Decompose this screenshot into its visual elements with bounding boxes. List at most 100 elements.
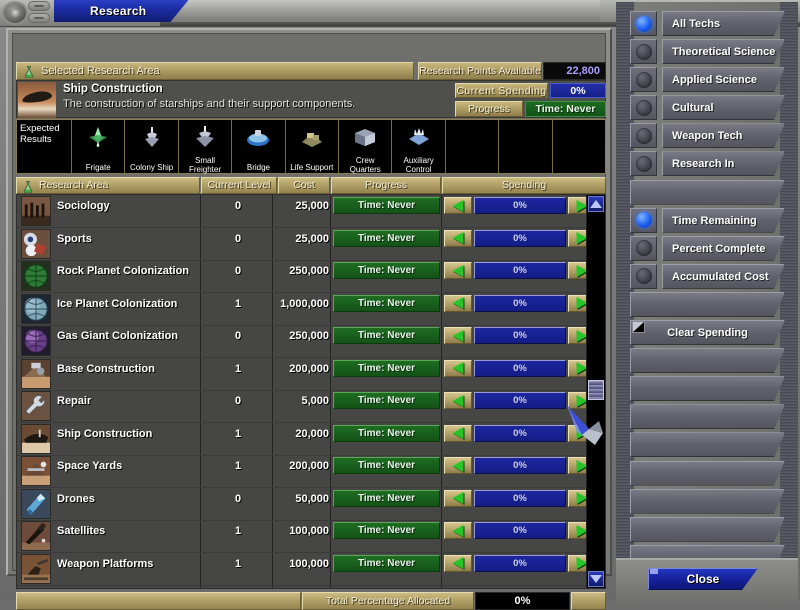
tab-research[interactable]: Research	[54, 0, 188, 22]
sidebar-label-applied-science[interactable]: Applied Science	[662, 67, 785, 92]
clear-spending-checkbox-icon[interactable]	[632, 321, 645, 334]
row-decrease-spending-button[interactable]	[444, 489, 472, 507]
sidebar-item-percent-complete[interactable]: Percent Complete	[630, 235, 785, 263]
column-header-cost[interactable]: Cost	[278, 177, 330, 194]
table-row[interactable]: Rock Planet Colonization 0 250,000 Time:…	[17, 260, 596, 293]
row-spending-value[interactable]: 0%	[474, 392, 566, 409]
sidebar-item-applied-science[interactable]: Applied Science	[630, 66, 785, 94]
table-row[interactable]: Sociology 0 25,000 Time: Never 0%	[17, 195, 596, 228]
table-row[interactable]: Gas Giant Colonization 0 250,000 Time: N…	[17, 325, 596, 358]
row-decrease-spending-button[interactable]	[444, 262, 472, 279]
radio-cultural-advancement-icon[interactable]	[630, 95, 657, 121]
row-decrease-spending-button[interactable]	[444, 457, 472, 474]
column-header-progress[interactable]: Progress	[331, 177, 441, 194]
row-decrease-spending-button[interactable]	[444, 522, 472, 539]
sidebar-label-weapon-tech[interactable]: Weapon Tech	[662, 123, 785, 148]
sidebar-label-theoretical-science[interactable]: Theoretical Science	[662, 39, 785, 64]
expected-result-small-freighter[interactable]: Small Freighter	[179, 120, 233, 173]
expected-result-bridge[interactable]: Bridge	[232, 120, 286, 173]
row-progress: Time: Never	[333, 522, 440, 539]
row-spending-value[interactable]: 0%	[474, 457, 566, 474]
sidebar-blank-button	[630, 489, 785, 514]
sidebar-item-all-techs[interactable]: All Techs	[630, 10, 785, 38]
table-row[interactable]: Satellites 1 100,000 Time: Never 0%	[17, 520, 596, 553]
row-decrease-spending-button[interactable]	[444, 294, 472, 312]
column-header-research-area[interactable]: Research Area	[16, 177, 200, 194]
radio-weapon-tech-icon[interactable]	[630, 123, 657, 149]
sidebar-label-cultural-advancement[interactable]: Cultural Advancement	[662, 95, 785, 120]
sidebar-label-accumulated-cost[interactable]: Accumulated Cost	[662, 264, 785, 289]
row-decrease-spending-button[interactable]	[444, 197, 472, 214]
row-spending-value[interactable]: 0%	[474, 489, 566, 507]
row-spending-value[interactable]: 0%	[474, 424, 566, 442]
table-row[interactable]: Base Construction 1 200,000 Time: Never …	[17, 358, 596, 391]
row-decrease-spending-button[interactable]	[444, 229, 472, 247]
sidebar-item-theoretical-science[interactable]: Theoretical Science	[630, 38, 785, 66]
sidebar-label-percent-complete[interactable]: Percent Complete	[662, 236, 785, 261]
row-spending-value[interactable]: 0%	[474, 554, 566, 572]
radio-theoretical-science-icon[interactable]	[630, 39, 657, 65]
sidebar-item-clear-spending[interactable]: Clear Spending	[630, 319, 785, 347]
radio-time-remaining-icon[interactable]	[630, 207, 657, 233]
table-row[interactable]: Repair 0 5,000 Time: Never 0%	[17, 390, 596, 423]
space-yards-icon	[21, 456, 51, 486]
radio-percent-complete-icon[interactable]	[630, 235, 657, 261]
sidebar-label-time-remaining[interactable]: Time Remaining	[662, 208, 785, 233]
selected-research-area-label: Selected Research Area	[41, 65, 160, 77]
row-current-level: 0	[234, 492, 242, 505]
titlebar-button-2[interactable]	[28, 13, 50, 23]
sidebar-item-cultural-advancement[interactable]: Cultural Advancement	[630, 94, 785, 122]
radio-research-in-progress-icon[interactable]	[630, 151, 657, 177]
row-decrease-spending-button[interactable]	[444, 424, 472, 442]
table-row[interactable]: Drones 0 50,000 Time: Never 0%	[17, 488, 596, 521]
row-cost: 1,000,000	[280, 297, 329, 310]
table-row[interactable]: Sports 0 25,000 Time: Never 0%	[17, 228, 596, 261]
column-header-current-level[interactable]: Current Level	[201, 177, 277, 194]
expected-result-auxiliary-control[interactable]: Auxiliary Control	[392, 120, 446, 173]
sidebar-item-accumulated-cost[interactable]: Accumulated Cost	[630, 263, 785, 291]
sidebar-label-research-in-progress[interactable]: Research In Progress	[662, 151, 785, 176]
table-row[interactable]: Ice Planet Colonization 1 1,000,000 Time…	[17, 293, 596, 326]
row-decrease-spending-button[interactable]	[444, 359, 472, 377]
radio-accumulated-cost-icon[interactable]	[630, 263, 657, 289]
table-scrollbar[interactable]	[586, 195, 605, 588]
sidebar-label-all-techs[interactable]: All Techs	[662, 11, 785, 36]
row-research-name: Gas Giant Colonization	[57, 330, 179, 342]
column-header-spending[interactable]: Spending	[442, 177, 606, 194]
drones-icon	[21, 488, 51, 519]
row-spending-value[interactable]: 0%	[474, 197, 566, 214]
row-spending-value[interactable]: 0%	[474, 229, 566, 247]
expected-result-frigate[interactable]: Frigate	[72, 120, 126, 173]
sidebar-label-clear-spending[interactable]: Clear Spending	[630, 320, 785, 345]
row-decrease-spending-button[interactable]	[444, 327, 472, 344]
radio-all-techs-icon[interactable]	[630, 11, 657, 36]
scroll-up-button[interactable]	[588, 196, 604, 212]
row-spending-value[interactable]: 0%	[474, 522, 566, 539]
row-cost: 25,000	[295, 200, 329, 212]
scrollbar-thumb[interactable]	[588, 380, 604, 400]
sidebar-item-weapon-tech[interactable]: Weapon Tech	[630, 122, 785, 150]
row-spending-value[interactable]: 0%	[474, 294, 566, 312]
row-decrease-spending-button[interactable]	[444, 392, 472, 409]
expected-result-colony-ship[interactable]: Colony Ship	[125, 120, 179, 173]
row-decrease-spending-button[interactable]	[444, 554, 472, 572]
scroll-down-button[interactable]	[588, 571, 604, 587]
close-button[interactable]: Close	[648, 568, 758, 590]
expected-result-crew-quarters[interactable]: Crew Quarters	[339, 120, 393, 173]
row-spending-value[interactable]: 0%	[474, 327, 566, 344]
titlebar-button-1[interactable]	[28, 1, 50, 11]
row-spending-value[interactable]: 0%	[474, 359, 566, 377]
table-row[interactable]: Weapon Platforms 1 100,000 Time: Never 0…	[17, 553, 596, 586]
table-row[interactable]: Ship Construction 1 20,000 Time: Never 0…	[17, 423, 596, 456]
row-cost: 200,000	[289, 460, 329, 472]
sidebar-item-time-remaining[interactable]: Time Remaining	[630, 207, 785, 235]
row-spending-value[interactable]: 0%	[474, 262, 566, 279]
selected-research-thumbnail	[18, 82, 56, 118]
table-row[interactable]: Space Yards 1 200,000 Time: Never 0%	[17, 455, 596, 488]
sidebar-blank-button	[630, 404, 785, 429]
radio-applied-science-icon[interactable]	[630, 67, 657, 93]
sidebar-blank-4	[630, 375, 785, 403]
game-menu-orb-icon[interactable]	[2, 1, 28, 25]
sidebar-item-research-in-progress[interactable]: Research In Progress	[630, 150, 785, 178]
expected-result-life-support[interactable]: Life Support	[286, 120, 340, 173]
